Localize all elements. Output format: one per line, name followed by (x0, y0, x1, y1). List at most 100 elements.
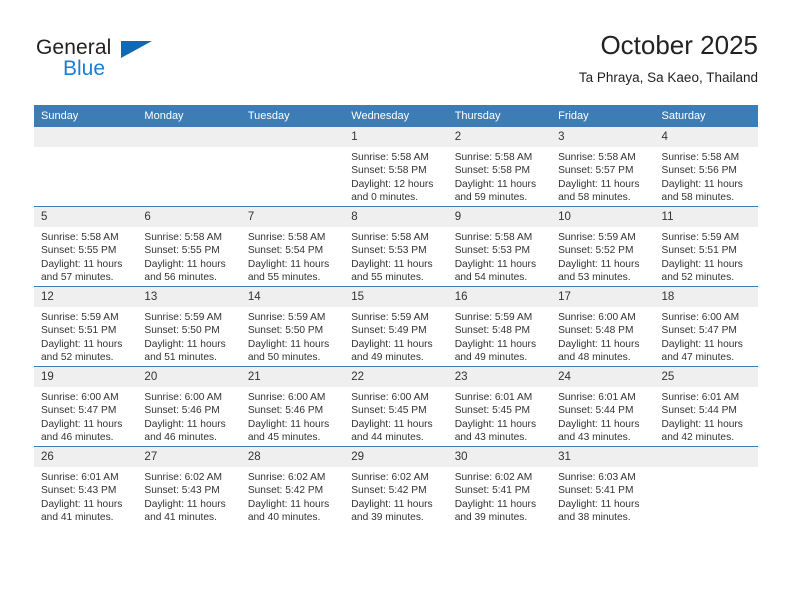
daylight-text-line1: Daylight: 11 hours (144, 498, 226, 510)
calendar-day-cell[interactable]: 19 Sunrise: 6:00 AM Sunset: 5:47 PM Dayligh… (34, 366, 138, 447)
sunrise-text: Sunrise: 5:58 AM (41, 232, 119, 243)
calendar-day-cell[interactable]: 28 Sunrise: 6:02 AM Sunset: 5:42 PM Dayligh… (240, 446, 345, 526)
daylight-text-line2: and 53 minutes. (558, 272, 631, 284)
calendar-week-row: 1 Sunrise: 5:58 AM Sunset: 5:58 PM Daylight… (34, 127, 758, 207)
calendar-day-cell[interactable]: 22 Sunrise: 6:00 AM Sunset: 5:45 PM Dayligh… (344, 366, 448, 447)
day-number: 30 (447, 447, 552, 467)
sunrise-text: Sunrise: 6:01 AM (661, 392, 740, 403)
daylight-text-line2: and 54 minutes. (454, 272, 528, 284)
day-details: Sunrise: 6:02 AM Sunset: 5:42 PM Daylight:… (344, 467, 447, 525)
calendar-day-cell[interactable]: 17 Sunrise: 6:00 AM Sunset: 5:48 PM Dayligh… (551, 286, 655, 367)
sunrise-text: Sunrise: 5:59 AM (41, 312, 119, 323)
daylight-text-line1: Daylight: 11 hours (454, 498, 537, 510)
calendar-day-cell[interactable]: 12 Sunrise: 5:59 AM Sunset: 5:51 PM Dayligh… (34, 286, 138, 367)
calendar-cell-empty (654, 446, 758, 526)
sunrise-text: Sunrise: 5:58 AM (454, 232, 533, 243)
day-number: 24 (551, 367, 655, 387)
calendar-day-cell[interactable]: 11 Sunrise: 5:59 AM Sunset: 5:51 PM Dayligh… (654, 206, 758, 287)
sunrise-text: Sunrise: 5:58 AM (558, 152, 636, 163)
calendar-day-cell[interactable]: 18 Sunrise: 6:00 AM Sunset: 5:47 PM Dayligh… (654, 286, 758, 367)
calendar-day-cell[interactable]: 7 Sunrise: 5:58 AM Sunset: 5:54 PM Daylight… (240, 206, 345, 287)
calendar-day-cell[interactable]: 20 Sunrise: 6:00 AM Sunset: 5:46 PM Dayligh… (137, 366, 241, 447)
sunset-text: Sunset: 5:46 PM (144, 405, 220, 417)
generalblue-logo[interactable]: General Blue (34, 36, 244, 92)
day-details: Sunrise: 6:00 AM Sunset: 5:46 PM Daylight:… (137, 387, 240, 445)
daylight-text-line2: and 46 minutes. (144, 432, 217, 444)
calendar-day-cell[interactable]: 26 Sunrise: 6:01 AM Sunset: 5:43 PM Dayligh… (34, 446, 138, 526)
logo-text-blue: Blue (63, 57, 106, 80)
calendar-day-cell[interactable]: 31 Sunrise: 6:03 AM Sunset: 5:41 PM Dayligh… (551, 446, 655, 526)
daylight-text-line2: and 40 minutes. (247, 512, 321, 524)
day-details: Sunrise: 6:00 AM Sunset: 5:48 PM Daylight:… (551, 307, 654, 365)
daylight-text-line2: and 39 minutes. (454, 512, 528, 524)
title-block: October 2025 Ta Phraya, Sa Kaeo, Thailan… (579, 28, 758, 89)
daylight-text-line2: and 52 minutes. (41, 352, 114, 364)
day-number: 25 (654, 367, 758, 387)
calendar-day-cell[interactable]: 10 Sunrise: 5:59 AM Sunset: 5:52 PM Dayligh… (551, 206, 655, 287)
calendar-day-cell[interactable]: 6 Sunrise: 5:58 AM Sunset: 5:55 PM Daylight… (137, 206, 241, 287)
sunset-text: Sunset: 5:42 PM (247, 485, 324, 497)
day-number: 22 (344, 367, 448, 387)
day-number: 7 (240, 207, 345, 227)
calendar-day-cell[interactable]: 5 Sunrise: 5:58 AM Sunset: 5:55 PM Daylight… (34, 206, 138, 287)
calendar-day-cell[interactable]: 23 Sunrise: 6:01 AM Sunset: 5:45 PM Dayligh… (447, 366, 552, 447)
day-number (654, 447, 758, 467)
calendar-day-cell[interactable]: 21 Sunrise: 6:00 AM Sunset: 5:46 PM Dayligh… (240, 366, 345, 447)
sunset-text: Sunset: 5:43 PM (41, 485, 117, 497)
daylight-text-line1: Daylight: 11 hours (41, 338, 123, 350)
calendar-cell-empty (34, 127, 138, 207)
daylight-text-line2: and 59 minutes. (454, 192, 528, 204)
day-number (240, 127, 345, 147)
calendar-day-cell[interactable]: 1 Sunrise: 5:58 AM Sunset: 5:58 PM Daylight… (344, 127, 448, 207)
daylight-text-line1: Daylight: 11 hours (41, 498, 123, 510)
daylight-text-line1: Daylight: 11 hours (558, 498, 640, 510)
sunrise-text: Sunrise: 5:58 AM (661, 152, 740, 163)
day-details: Sunrise: 6:00 AM Sunset: 5:45 PM Daylight:… (344, 387, 447, 445)
daylight-text-line1: Daylight: 11 hours (144, 258, 226, 270)
sunset-text: Sunset: 5:54 PM (247, 245, 324, 257)
calendar-day-cell[interactable]: 30 Sunrise: 6:02 AM Sunset: 5:41 PM Dayligh… (447, 446, 552, 526)
calendar-day-cell[interactable]: 3 Sunrise: 5:58 AM Sunset: 5:57 PM Daylight… (551, 127, 655, 207)
daylight-text-line2: and 48 minutes. (558, 352, 631, 364)
sunrise-text: Sunrise: 5:59 AM (558, 232, 636, 243)
daylight-text-line2: and 56 minutes. (144, 272, 217, 284)
calendar-day-cell[interactable]: 14 Sunrise: 5:59 AM Sunset: 5:50 PM Dayligh… (240, 286, 345, 367)
sunrise-text: Sunrise: 5:58 AM (351, 152, 429, 163)
daylight-text-line2: and 49 minutes. (454, 352, 528, 364)
sunset-text: Sunset: 5:58 PM (351, 165, 427, 177)
daylight-text-line1: Daylight: 12 hours (351, 178, 434, 190)
daylight-text-line1: Daylight: 11 hours (454, 418, 537, 430)
calendar-day-cell[interactable]: 27 Sunrise: 6:02 AM Sunset: 5:43 PM Dayligh… (137, 446, 241, 526)
day-details: Sunrise: 6:02 AM Sunset: 5:43 PM Daylight:… (137, 467, 240, 525)
day-number (34, 127, 138, 147)
calendar-day-cell[interactable]: 8 Sunrise: 5:58 AM Sunset: 5:53 PM Daylight… (344, 206, 448, 287)
day-number: 3 (551, 127, 655, 147)
sunrise-text: Sunrise: 6:02 AM (247, 472, 326, 483)
calendar-day-cell[interactable]: 29 Sunrise: 6:02 AM Sunset: 5:42 PM Dayligh… (344, 446, 448, 526)
sunrise-text: Sunrise: 6:00 AM (247, 392, 326, 403)
calendar-day-cell[interactable]: 4 Sunrise: 5:58 AM Sunset: 5:56 PM Daylight… (654, 127, 758, 207)
calendar-day-cell[interactable]: 2 Sunrise: 5:58 AM Sunset: 5:58 PM Daylight… (447, 127, 552, 207)
daylight-text-line1: Daylight: 11 hours (454, 258, 537, 270)
calendar-day-cell[interactable]: 9 Sunrise: 5:58 AM Sunset: 5:53 PM Daylight… (447, 206, 552, 287)
sunset-text: Sunset: 5:44 PM (661, 405, 737, 417)
calendar-day-cell[interactable]: 15 Sunrise: 5:59 AM Sunset: 5:49 PM Dayligh… (344, 286, 448, 367)
weekday-header-saturday: Saturday (654, 105, 758, 127)
calendar-day-cell[interactable]: 16 Sunrise: 5:59 AM Sunset: 5:48 PM Dayligh… (447, 286, 552, 367)
daylight-text-line2: and 44 minutes. (351, 432, 424, 444)
sunrise-text: Sunrise: 6:00 AM (41, 392, 119, 403)
sunset-text: Sunset: 5:50 PM (247, 325, 324, 337)
day-number: 31 (551, 447, 655, 467)
calendar-day-cell[interactable]: 13 Sunrise: 5:59 AM Sunset: 5:50 PM Dayligh… (137, 286, 241, 367)
daylight-text-line1: Daylight: 11 hours (661, 418, 743, 430)
sunset-text: Sunset: 5:56 PM (661, 165, 737, 177)
daylight-text-line1: Daylight: 11 hours (558, 178, 640, 190)
day-number: 28 (240, 447, 345, 467)
sunrise-text: Sunrise: 5:58 AM (454, 152, 533, 163)
daylight-text-line1: Daylight: 11 hours (351, 498, 433, 510)
calendar-week-row: 12 Sunrise: 5:59 AM Sunset: 5:51 PM Dayligh… (34, 286, 758, 367)
daylight-text-line2: and 38 minutes. (558, 512, 631, 524)
daylight-text-line2: and 50 minutes. (247, 352, 321, 364)
calendar-day-cell[interactable]: 24 Sunrise: 6:01 AM Sunset: 5:44 PM Dayligh… (551, 366, 655, 447)
calendar-day-cell[interactable]: 25 Sunrise: 6:01 AM Sunset: 5:44 PM Dayligh… (654, 366, 758, 447)
